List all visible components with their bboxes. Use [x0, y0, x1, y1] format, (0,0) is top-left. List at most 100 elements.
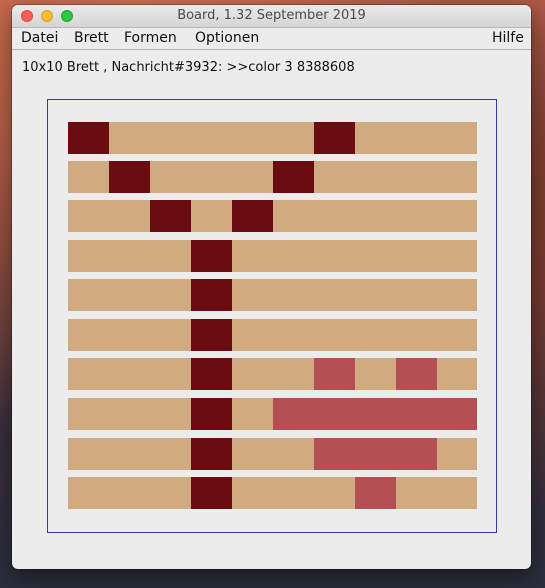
board-cell[interactable]	[232, 161, 273, 193]
board-cell[interactable]	[191, 161, 232, 193]
board-cell[interactable]	[109, 319, 150, 351]
board-cell[interactable]	[273, 319, 314, 351]
board-cell[interactable]	[150, 438, 191, 470]
board-cell[interactable]	[68, 438, 109, 470]
board-cell[interactable]	[314, 240, 355, 272]
board-cell[interactable]	[437, 200, 477, 232]
board-cell[interactable]	[396, 240, 437, 272]
board-cell[interactable]	[396, 319, 437, 351]
board-cell[interactable]	[396, 122, 437, 154]
board-cell[interactable]	[191, 398, 232, 430]
board-cell[interactable]	[232, 438, 273, 470]
board-cell[interactable]	[68, 358, 109, 390]
board-cell[interactable]	[68, 122, 109, 154]
board-cell[interactable]	[355, 319, 396, 351]
board-cell[interactable]	[314, 438, 355, 470]
board-cell[interactable]	[68, 477, 109, 509]
menu-brett[interactable]: Brett	[74, 30, 109, 46]
board-cell[interactable]	[232, 122, 273, 154]
board-cell[interactable]	[437, 240, 477, 272]
board-cell[interactable]	[232, 279, 273, 311]
board-cell[interactable]	[68, 161, 109, 193]
board-cell[interactable]	[109, 200, 150, 232]
board-cell[interactable]	[355, 240, 396, 272]
board-cell[interactable]	[314, 122, 355, 154]
board-cell[interactable]	[314, 161, 355, 193]
board-cell[interactable]	[68, 200, 109, 232]
board-cell[interactable]	[150, 319, 191, 351]
board-cell[interactable]	[314, 279, 355, 311]
board-cell[interactable]	[273, 438, 314, 470]
board-cell[interactable]	[314, 477, 355, 509]
board-cell[interactable]	[68, 279, 109, 311]
board-cell[interactable]	[355, 477, 396, 509]
board-cell[interactable]	[273, 279, 314, 311]
board-cell[interactable]	[68, 398, 109, 430]
board-cell[interactable]	[437, 161, 477, 193]
board-cell[interactable]	[273, 200, 314, 232]
board-cell[interactable]	[396, 279, 437, 311]
board-cell[interactable]	[396, 398, 437, 430]
board-cell[interactable]	[396, 438, 437, 470]
board-cell[interactable]	[232, 240, 273, 272]
board-cell[interactable]	[68, 319, 109, 351]
board-cell[interactable]	[191, 200, 232, 232]
board-cell[interactable]	[314, 319, 355, 351]
board-cell[interactable]	[109, 477, 150, 509]
board-cell[interactable]	[437, 477, 477, 509]
board-cell[interactable]	[396, 200, 437, 232]
menu-hilfe[interactable]: Hilfe	[492, 30, 524, 46]
board-cell[interactable]	[273, 122, 314, 154]
board-cell[interactable]	[150, 122, 191, 154]
board-cell[interactable]	[437, 279, 477, 311]
board-cell[interactable]	[191, 240, 232, 272]
board-cell[interactable]	[355, 122, 396, 154]
board-cell[interactable]	[109, 398, 150, 430]
board-cell[interactable]	[396, 358, 437, 390]
board-cell[interactable]	[232, 398, 273, 430]
board-cell[interactable]	[355, 161, 396, 193]
menu-optionen[interactable]: Optionen	[195, 30, 259, 46]
board-cell[interactable]	[396, 161, 437, 193]
board-cell[interactable]	[191, 319, 232, 351]
board-cell[interactable]	[232, 477, 273, 509]
board-cell[interactable]	[191, 279, 232, 311]
board-cell[interactable]	[232, 319, 273, 351]
board-cell[interactable]	[314, 358, 355, 390]
board-cell[interactable]	[109, 122, 150, 154]
board-cell[interactable]	[273, 398, 314, 430]
board-cell[interactable]	[396, 477, 437, 509]
board-cell[interactable]	[109, 240, 150, 272]
board-cell[interactable]	[355, 438, 396, 470]
board-cell[interactable]	[150, 477, 191, 509]
board-cell[interactable]	[109, 161, 150, 193]
board-cell[interactable]	[314, 200, 355, 232]
board-cell[interactable]	[109, 279, 150, 311]
board-cell[interactable]	[437, 438, 477, 470]
board-cell[interactable]	[150, 240, 191, 272]
board-cell[interactable]	[191, 438, 232, 470]
board-cell[interactable]	[232, 200, 273, 232]
board-cell[interactable]	[191, 477, 232, 509]
board-cell[interactable]	[273, 240, 314, 272]
board-cell[interactable]	[232, 358, 273, 390]
menu-datei[interactable]: Datei	[21, 30, 58, 46]
board-cell[interactable]	[68, 240, 109, 272]
board-cell[interactable]	[355, 398, 396, 430]
board-cell[interactable]	[150, 161, 191, 193]
board-cell[interactable]	[355, 279, 396, 311]
board-cell[interactable]	[437, 358, 477, 390]
board-cell[interactable]	[355, 358, 396, 390]
board-cell[interactable]	[109, 438, 150, 470]
board-cell[interactable]	[150, 398, 191, 430]
board-cell[interactable]	[191, 122, 232, 154]
menu-formen[interactable]: Formen	[124, 30, 177, 46]
board-cell[interactable]	[150, 200, 191, 232]
title-bar[interactable]: Board, 1.32 September 2019	[12, 5, 531, 28]
board-cell[interactable]	[150, 358, 191, 390]
board-cell[interactable]	[437, 122, 477, 154]
board-cell[interactable]	[191, 358, 232, 390]
board-cell[interactable]	[355, 200, 396, 232]
board-cell[interactable]	[437, 398, 477, 430]
board-cell[interactable]	[273, 358, 314, 390]
